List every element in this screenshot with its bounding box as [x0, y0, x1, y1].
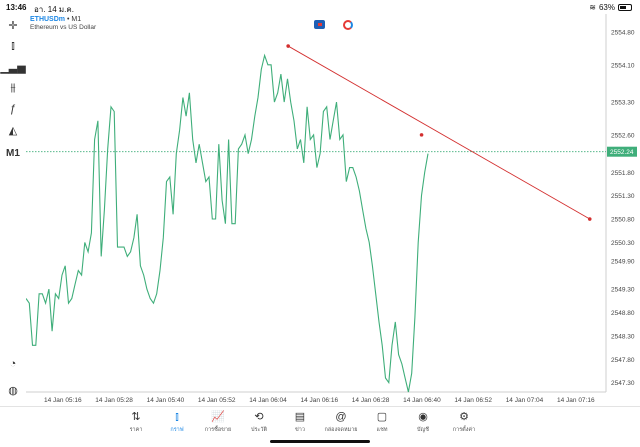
symbol-description: Ethereum vs US Dollar	[30, 24, 97, 31]
nav-item-news[interactable]: ▤ ข่าว	[280, 410, 320, 434]
price-tick-label: 2554.80	[611, 30, 635, 37]
nav-label: การซื้อขาย	[204, 427, 232, 433]
trade-levels-icon[interactable]	[343, 20, 353, 30]
objects-icon[interactable]: ◭	[5, 122, 21, 138]
nav-item-chat[interactable]: ▢ แชท	[362, 410, 402, 434]
time-tick-label: 14 Jan 07:04	[506, 397, 544, 404]
nav-item-settings[interactable]: ⚙ การตั้งค่า	[444, 410, 484, 434]
crosshair-icon[interactable]: ✛	[5, 17, 21, 33]
nav-item-chart[interactable]: ⫾ กราฟ	[157, 410, 197, 434]
trade-icon: 📈	[211, 411, 225, 423]
nav-item-trade[interactable]: 📈 การซื้อขาย	[198, 410, 238, 434]
history-icon: ⟲	[254, 411, 264, 423]
mailbox-icon: @	[335, 411, 347, 423]
time-tick-label: 14 Jan 05:16	[44, 397, 82, 404]
time-tick-label: 14 Jan 06:52	[454, 397, 492, 404]
symbol-name: ETHUSDm	[30, 16, 66, 23]
price-tick-label: 2553.30	[611, 100, 635, 107]
trendline-anchor-end	[587, 217, 592, 221]
nav-label: ราคา	[129, 427, 143, 433]
price-tick-label: 2548.80	[611, 310, 635, 317]
symbol-timeframe: M1	[71, 16, 82, 23]
candlestick-icon[interactable]: ⫾	[5, 38, 21, 54]
speedometer-icon[interactable]: ◔	[5, 356, 21, 372]
trendline	[287, 45, 590, 220]
quotes-icon: ⇅	[131, 411, 141, 423]
symbol-header: ETHUSDm • M1	[30, 16, 81, 23]
trendline-anchor-start	[286, 44, 290, 48]
price-tick-label: 2551.80	[611, 170, 635, 177]
time-tick-label: 14 Jan 06:16	[301, 397, 339, 404]
current-price-label: 2552.24	[610, 149, 634, 156]
nav-label: ข่าว	[295, 427, 305, 433]
nav-label: แชท	[376, 427, 388, 433]
bar-chart-icon[interactable]: ▁▃▅	[0, 59, 25, 75]
trendline-anchor-mid	[419, 133, 424, 137]
battery-percent: 63%	[598, 3, 615, 12]
nav-label: การตั้งค่า	[452, 427, 476, 433]
status-time: 13:46	[6, 3, 27, 12]
price-tick-label: 2549.90	[611, 259, 635, 266]
time-tick-label: 14 Jan 07:16	[557, 397, 595, 404]
one-click-trading-icon[interactable]	[314, 20, 325, 29]
price-tick-label: 2551.30	[611, 193, 635, 200]
nav-label: กล่องจดหมาย	[324, 427, 358, 433]
time-tick-label: 14 Jan 06:04	[249, 397, 287, 404]
time-tick-label: 14 Jan 05:28	[95, 397, 133, 404]
price-tick-label: 2547.80	[611, 357, 635, 364]
nav-label: บัญชี	[417, 427, 429, 433]
settings-icon: ⚙	[459, 411, 469, 423]
time-tick-label: 14 Jan 06:40	[403, 397, 441, 404]
price-tick-label: 2547.30	[611, 380, 635, 387]
left-toolbar: ✛ ⫾ ▁▃▅ ⫵ ƒ ◭ M1 ◔ ◍	[0, 14, 26, 409]
battery-level	[620, 6, 627, 9]
chart-area[interactable]: 2554.80 2554.10 2553.30 2552.60 2551.80 2551.…	[26, 14, 640, 409]
function-icon[interactable]: ƒ	[5, 101, 21, 117]
news-icon: ▤	[294, 411, 306, 423]
price-tick-label: 2548.30	[611, 333, 635, 340]
timeframe-button[interactable]: M1	[5, 145, 21, 161]
price-chart[interactable]: 2554.80 2554.10 2553.30 2552.60 2551.80 2551.…	[26, 14, 640, 409]
chart-icon: ⫾	[175, 411, 179, 423]
price-tick-label: 2549.30	[611, 287, 635, 294]
symbol-separator: •	[66, 16, 70, 23]
time-tick-label: 14 Jan 05:52	[198, 397, 236, 404]
home-indicator	[270, 440, 370, 443]
nav-item-history[interactable]: ⟲ ประวัติ	[239, 410, 279, 434]
chat-icon: ▢	[376, 411, 388, 423]
time-tick-label: 14 Jan 05:40	[147, 397, 185, 404]
price-tick-label: 2550.30	[611, 240, 635, 247]
nav-item-quotes[interactable]: ⇅ ราคา	[116, 410, 156, 434]
time-tick-label: 14 Jan 06:28	[352, 397, 390, 404]
price-tick-label: 2550.80	[611, 217, 635, 224]
wifi-icon: ≋	[589, 3, 596, 12]
status-indicators: ≋ 63%	[589, 3, 632, 12]
status-bar: 13:46 อา. 14 ม.ค. ≋ 63%	[0, 0, 640, 14]
nav-label: ประวัติ	[250, 427, 268, 433]
top-badges	[314, 20, 353, 30]
price-tick-label: 2552.60	[611, 132, 635, 139]
battery-icon	[618, 4, 632, 11]
indicators-icon[interactable]: ⫵	[5, 80, 21, 96]
broker-logo-icon[interactable]: ◍	[5, 382, 21, 398]
price-series-line	[26, 53, 429, 393]
nav-item-account[interactable]: ◉ บัญชี	[403, 410, 443, 434]
price-tick-label: 2554.10	[611, 62, 635, 69]
account-icon: ◉	[418, 411, 428, 423]
nav-item-mailbox[interactable]: @ กล่องจดหมาย	[321, 410, 361, 434]
nav-label: กราฟ	[170, 427, 184, 433]
